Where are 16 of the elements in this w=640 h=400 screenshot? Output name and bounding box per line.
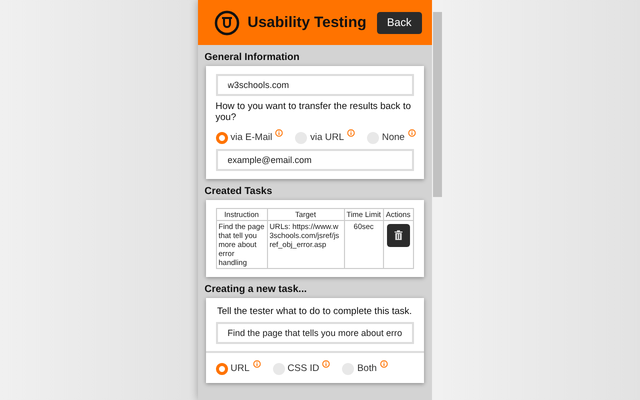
radio-option[interactable]: CSS ID [272,360,330,376]
website-field[interactable]: w3schools.com [216,74,414,96]
radio-option[interactable]: via E-Mail [216,128,284,144]
radio-option[interactable]: None [367,128,416,144]
section-heading: Created Tasks [204,186,274,197]
question-text: How to you want to transfer the results back to you? [216,101,412,124]
app-title: Usability Testing [248,14,368,31]
prompt-text: Tell the tester what to do to complete this task. [216,306,413,318]
section-heading: General Information [204,52,301,63]
radio-option[interactable]: via URL [295,128,355,144]
section-heading: Creating a new task... [204,284,308,295]
radio-option[interactable]: Both [342,360,388,376]
email-field[interactable]: example@email.com [216,148,414,171]
instruction-field[interactable]: Find the page that tells you more about erro [216,322,414,344]
radio-option[interactable]: URL [216,360,261,376]
back-button[interactable]: Back [377,12,422,34]
